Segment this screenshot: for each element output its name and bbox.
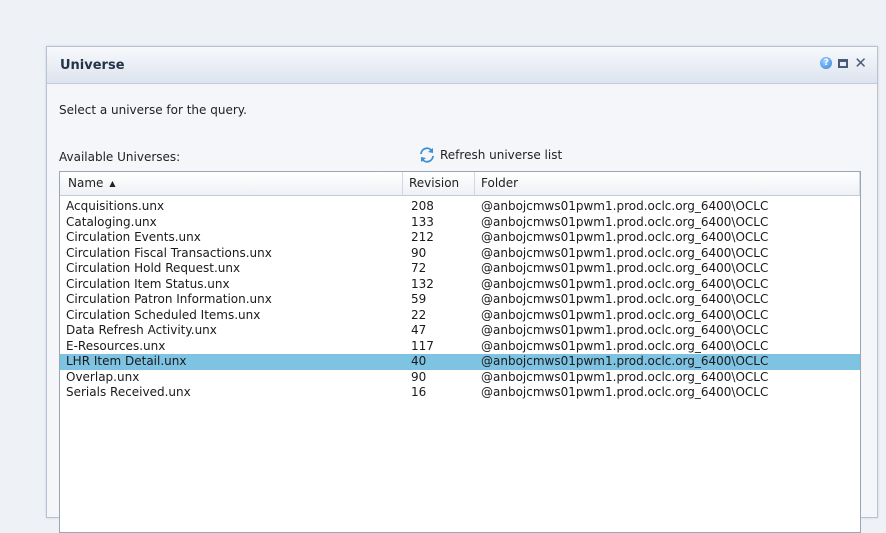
cell-revision: 132 [411,276,434,291]
cell-revision: 72 [411,261,427,275]
cell-folder: @anbojcmws01pwm1.prod.oclc.org_6400\OCLC [481,323,769,337]
cell-name: Circulation Scheduled Items.unx [66,307,261,322]
column-header-revision[interactable]: Revision [403,172,475,195]
cell-name: Data Refresh Activity.unx [66,323,217,337]
cell-folder: @anbojcmws01pwm1.prod.oclc.org_6400\OCLC [481,292,769,306]
cell-name: Circulation Item Status.unx [66,276,230,291]
column-header-revision-label: Revision [409,176,460,190]
cell-revision: 212 [411,230,434,244]
instruction-text: Select a universe for the query. [59,103,247,117]
cell-folder: @anbojcmws01pwm1.prod.oclc.org_6400\OCLC [481,261,769,275]
cell-name: Circulation Events.unx [66,230,201,244]
cell-revision: 59 [411,292,427,306]
cell-folder: @anbojcmws01pwm1.prod.oclc.org_6400\OCLC [481,369,769,384]
cell-revision: 90 [411,245,427,260]
cell-folder: @anbojcmws01pwm1.prod.oclc.org_6400\OCLC [481,338,769,353]
table-row[interactable]: Circulation Item Status.unx 132 @anbojcmws… [60,277,860,293]
table-body: Acquisitions.unx 208 @anbojcmws01pwm1.prod… [60,196,860,401]
cell-name: LHR Item Detail.unx [66,354,187,368]
close-icon[interactable]: ✕ [854,56,867,71]
cell-name: Circulation Hold Request.unx [66,261,241,275]
table-row[interactable]: Circulation Patron Information.unx 59 @anb… [60,292,860,308]
table-row[interactable]: LHR Item Detail.unx 40 @anbojcmws01pwm1.pr… [60,354,860,370]
cell-name: Circulation Patron Information.unx [66,292,272,306]
cell-folder: @anbojcmws01pwm1.prod.oclc.org_6400\OCLC [481,214,769,229]
dialog-title: Universe [60,58,125,73]
dialog-titlebar: Universe ? ✕ [47,47,877,84]
table-header: Name ▲ Revision Folder [60,172,860,196]
sort-ascending-icon: ▲ [109,179,116,188]
table-row[interactable]: Overlap.unx 90 @anbojcmws01pwm1.prod.oclc.… [60,370,860,386]
table-row[interactable]: Circulation Fiscal Transactions.unx 90 @an… [60,246,860,262]
cell-folder: @anbojcmws01pwm1.prod.oclc.org_6400\OCLC [481,307,769,322]
cell-revision: 90 [411,369,427,384]
table-row[interactable]: E-Resources.unx 117 @anbojcmws01pwm1.prod.… [60,339,860,355]
table-row[interactable]: Circulation Scheduled Items.unx 22 @anbojc… [60,308,860,324]
table-row[interactable]: Cataloging.unx 133 @anbojcmws01pwm1.prod.o… [60,215,860,231]
universe-dialog: Universe ? ✕ Select a universe for the q… [46,46,878,533]
cell-folder: @anbojcmws01pwm1.prod.oclc.org_6400\OCLC [481,354,769,368]
cell-revision: 117 [411,338,434,353]
column-header-name[interactable]: Name ▲ [60,172,403,195]
help-icon[interactable]: ? [820,57,833,69]
cell-name: Cataloging.unx [66,214,157,229]
cell-revision: 16 [411,385,427,399]
column-header-folder-label: Folder [481,176,519,190]
refresh-icon [420,147,434,163]
titlebar-controls: ? ✕ [820,56,867,71]
cell-revision: 47 [411,323,427,337]
cell-folder: @anbojcmws01pwm1.prod.oclc.org_6400\OCLC [481,230,769,244]
refresh-universe-list-button[interactable]: Refresh universe list [418,146,562,164]
table-row[interactable]: Circulation Events.unx 212 @anbojcmws01pwm… [60,230,860,246]
table-row[interactable]: Serials Received.unx 16 @anbojcmws01pwm1.p… [60,385,860,401]
available-universes-label: Available Universes: [59,150,181,164]
universes-table: Name ▲ Revision Folder Acquisitions.unx 20… [59,171,861,533]
table-row[interactable]: Circulation Hold Request.unx 72 @anbojcmws… [60,261,860,277]
cell-revision: 22 [411,307,427,322]
cell-name: Circulation Fiscal Transactions.unx [66,245,272,260]
cell-folder: @anbojcmws01pwm1.prod.oclc.org_6400\OCLC [481,276,769,291]
cell-name: E-Resources.unx [66,338,166,353]
cell-folder: @anbojcmws01pwm1.prod.oclc.org_6400\OCLC [481,385,769,399]
cell-folder: @anbojcmws01pwm1.prod.oclc.org_6400\OCLC [481,199,769,213]
cell-name: Serials Received.unx [66,385,191,399]
cell-name: Acquisitions.unx [66,199,165,213]
column-header-folder[interactable]: Folder [475,172,860,195]
cell-name: Overlap.unx [66,369,140,384]
refresh-label: Refresh universe list [440,148,563,162]
cell-folder: @anbojcmws01pwm1.prod.oclc.org_6400\OCLC [481,245,769,260]
table-row[interactable]: Data Refresh Activity.unx 47 @anbojcmws01p… [60,323,860,339]
cell-revision: 208 [411,199,434,213]
maximize-icon[interactable] [838,58,849,68]
column-header-name-label: Name [68,176,104,190]
cell-revision: 133 [411,214,434,229]
table-row[interactable]: Acquisitions.unx 208 @anbojcmws01pwm1.prod… [60,199,860,215]
cell-revision: 40 [411,354,427,368]
